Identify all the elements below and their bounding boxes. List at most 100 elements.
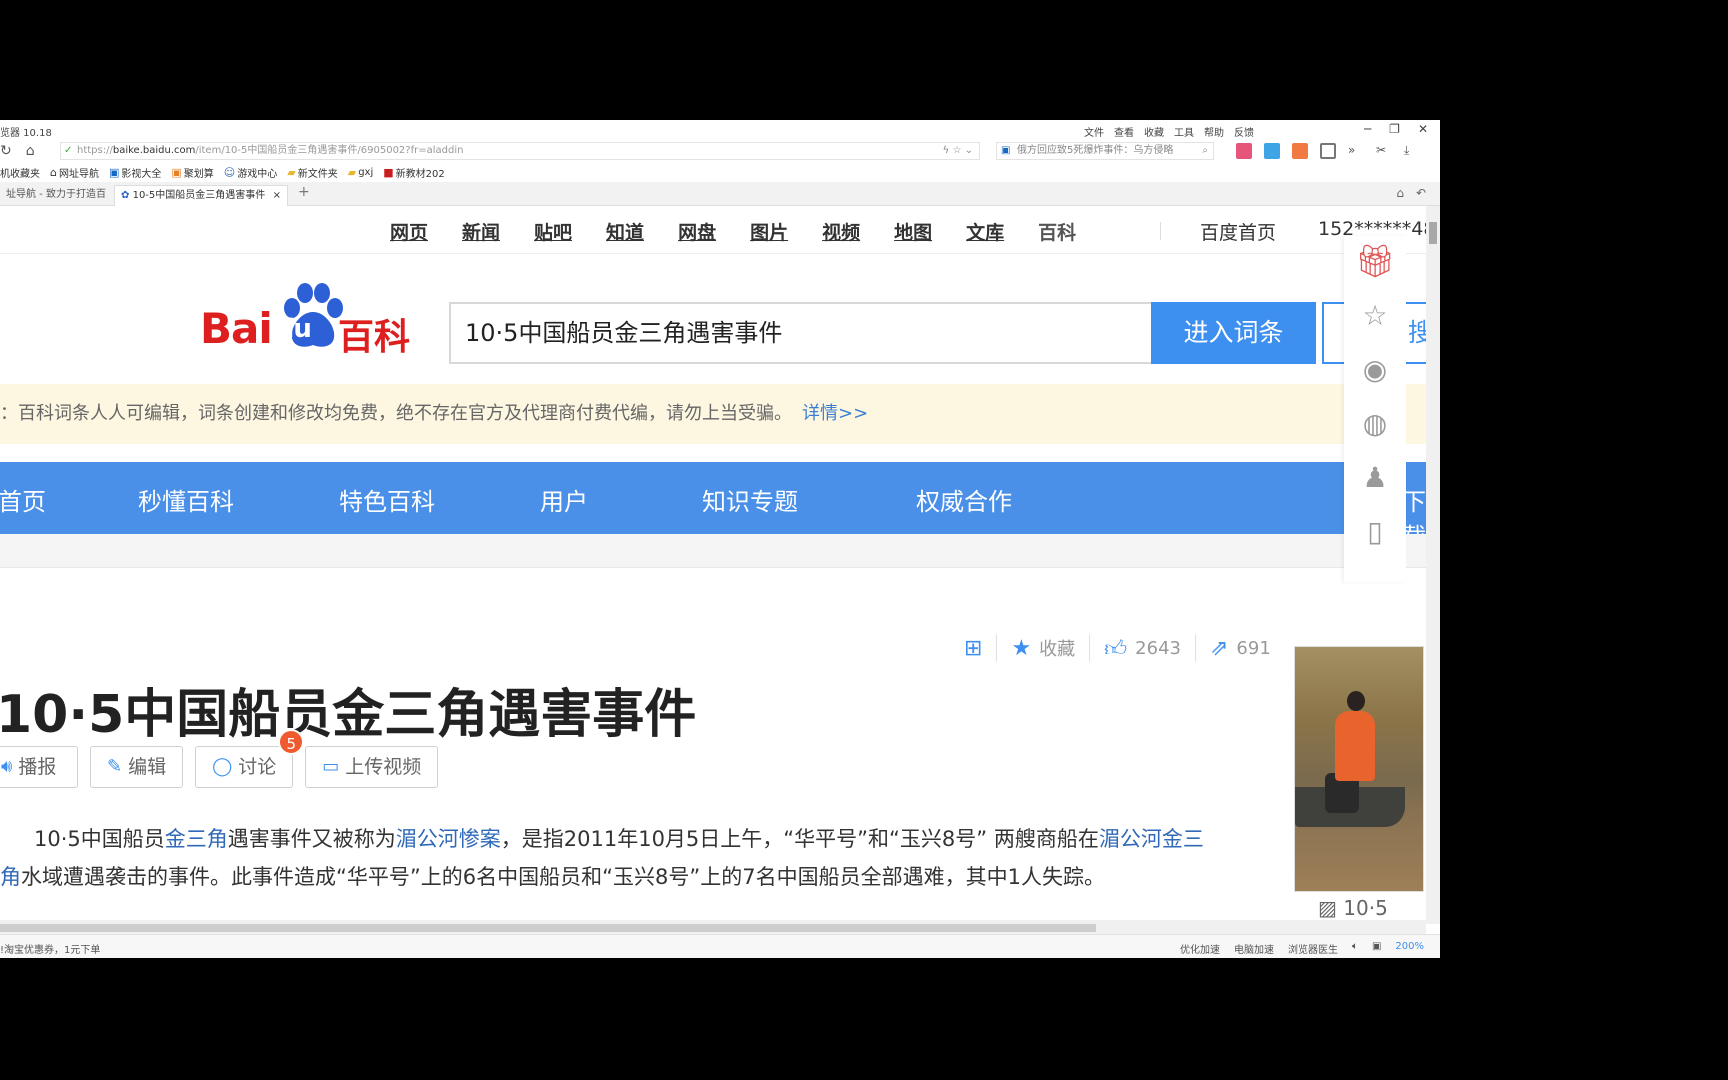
- status-optimize[interactable]: 优化加速: [1180, 941, 1220, 956]
- bookmark-folder-new[interactable]: ▰ 新文件夹: [287, 165, 337, 180]
- star-icon[interactable]: ☆: [952, 145, 961, 156]
- minimize-icon[interactable]: ─: [1364, 122, 1371, 136]
- undo-icon[interactable]: ↶: [1416, 186, 1426, 200]
- menu-favorites[interactable]: 收藏: [1144, 124, 1164, 139]
- restore-icon[interactable]: ❐: [1389, 122, 1400, 136]
- nav-link-tieba[interactable]: 贴吧: [534, 218, 572, 245]
- search-icon[interactable]: ⌕: [1202, 143, 1208, 159]
- baike-logo[interactable]: Bai du 百科: [200, 282, 420, 358]
- broadcast-button[interactable]: 🔊︎ 播报: [0, 746, 78, 788]
- restore-closed-icon[interactable]: ⌂: [1396, 186, 1404, 200]
- nav-link-baike[interactable]: 百科: [1038, 218, 1076, 245]
- refresh-icon[interactable]: ↻: [0, 143, 12, 159]
- apps-grid-icon[interactable]: [1320, 143, 1336, 159]
- tab-baike-article[interactable]: ✿ 10-5中国船员金三角遇害事件 ×: [114, 185, 288, 206]
- vertical-scrollbar[interactable]: [1426, 206, 1440, 924]
- qq-icon[interactable]: ♟: [1355, 458, 1395, 496]
- zoom-level[interactable]: 200%: [1395, 941, 1424, 956]
- bookmark-video[interactable]: ▣ 影视大全: [109, 165, 161, 180]
- tab-nav-site[interactable]: 址导航 - 致力于打造百: [0, 185, 112, 206]
- bookmark-folder-gxj[interactable]: ▰ gxj: [348, 166, 374, 179]
- button-label: 上传视频: [345, 756, 422, 778]
- url-bar[interactable]: ✓ https://baike.baidu.com/item/10-5中国船员金…: [60, 142, 980, 160]
- bluenav-special[interactable]: 特色百科: [339, 482, 435, 517]
- url-prefix: https://: [77, 145, 113, 156]
- nav-link-pan[interactable]: 网盘: [678, 218, 716, 245]
- scissors-icon[interactable]: ✂: [1376, 143, 1392, 159]
- bookmark-textbook[interactable]: ■ 新教材202: [383, 165, 445, 180]
- notice-more-link[interactable]: 详情>>: [802, 403, 868, 424]
- summary-text: 水域遭遇袭击的事件。此事件造成“华平号”上的6名中国船员和“玉兴8号”上的7名中…: [21, 865, 1105, 889]
- horizontal-scrollbar[interactable]: [0, 920, 1426, 934]
- bookmark-nav[interactable]: ⌂ 网址导航: [50, 165, 99, 180]
- close-icon[interactable]: ✕: [1418, 122, 1428, 136]
- webpage: 网页 新闻 贴吧 知道 网盘 图片 视频 地图 文库 百科 百度首页 152**…: [0, 206, 1440, 924]
- nav-link-wenku[interactable]: 文库: [966, 218, 1004, 245]
- menu-feedback[interactable]: 反馈: [1234, 124, 1254, 139]
- nav-link-zhidao[interactable]: 知道: [606, 218, 644, 245]
- nav-link-images[interactable]: 图片: [750, 218, 788, 245]
- bluenav-topics[interactable]: 知识专题: [702, 482, 798, 517]
- home-icon[interactable]: ⌂: [26, 143, 35, 159]
- status-promo[interactable]: !淘宝优惠券，1元下单: [0, 941, 100, 956]
- collect-button[interactable]: ★ 收藏: [996, 634, 1089, 662]
- link-golden-triangle[interactable]: 金三角: [165, 827, 228, 851]
- bookmark-label: 网址导航: [58, 168, 99, 180]
- bookmark-games[interactable]: ☺ 游戏中心: [224, 165, 277, 180]
- more-icon[interactable]: »: [1348, 143, 1364, 159]
- nav-link-video[interactable]: 视频: [822, 218, 860, 245]
- upload-video-button[interactable]: ▭ 上传视频: [305, 746, 439, 788]
- horizontal-scroll-thumb[interactable]: [0, 924, 1096, 932]
- search-input[interactable]: 10·5中国船员金三角遇害事件: [449, 302, 1151, 364]
- wechat-icon[interactable]: ◍: [1355, 404, 1395, 442]
- link-mekong-massacre[interactable]: 湄公河惨案: [396, 827, 501, 851]
- translate-ext-icon[interactable]: [1264, 143, 1280, 159]
- lightning-icon[interactable]: ϟ: [943, 145, 950, 156]
- bluenav-users[interactable]: 用户: [540, 482, 588, 517]
- bluenav-cooperation[interactable]: 权威合作: [916, 482, 1012, 517]
- window-title: 览器 10.18: [0, 128, 52, 139]
- bookmark-juhuasuan[interactable]: ▣ 聚划算: [171, 165, 213, 180]
- menu-view[interactable]: 查看: [1114, 124, 1134, 139]
- menu-file[interactable]: 文件: [1084, 124, 1104, 139]
- vertical-scroll-thumb[interactable]: [1429, 222, 1437, 244]
- url-domain: baike.baidu.com: [112, 145, 196, 156]
- star-icon: ★: [1011, 635, 1032, 661]
- mobile-icon[interactable]: ▯: [1355, 512, 1395, 550]
- shopping-ext-icon[interactable]: [1236, 143, 1252, 159]
- link-mekong-golden-triangle-cont[interactable]: 角: [0, 865, 21, 889]
- link-mekong-golden-triangle[interactable]: 湄公河金三: [1099, 827, 1204, 851]
- bluenav-home[interactable]: 首页: [0, 482, 46, 517]
- gift-icon[interactable]: 🎁︎: [1355, 242, 1396, 280]
- edit-button[interactable]: ✎ 编辑: [90, 746, 184, 788]
- baidu-home-link[interactable]: 百度首页: [1200, 218, 1276, 245]
- new-tab-button[interactable]: +: [298, 184, 310, 200]
- paw-icon: ✿: [121, 190, 130, 201]
- window-icon[interactable]: ▣: [1372, 941, 1381, 956]
- browser-search-box[interactable]: ▣ 俄方回应致5死爆炸事件：乌方侵略 ⌕: [996, 142, 1214, 160]
- discuss-button[interactable]: ◯ 讨论 5: [195, 729, 305, 788]
- bookmark-favorites[interactable]: 机收藏夹: [0, 165, 40, 180]
- summary-text: 遇害事件又被称为: [227, 827, 396, 851]
- article-photo[interactable]: [1294, 646, 1424, 892]
- bluenav-miaodong[interactable]: 秒懂百科: [138, 482, 234, 517]
- speaker-icon[interactable]: 🔈︎: [1352, 941, 1358, 956]
- enter-entry-button[interactable]: 进入词条: [1151, 302, 1316, 364]
- chevron-down-icon[interactable]: ⌄: [965, 145, 973, 156]
- status-pc-speedup[interactable]: 电脑加速: [1234, 941, 1274, 956]
- favorite-star-icon[interactable]: ☆: [1355, 296, 1395, 334]
- weibo-icon[interactable]: ◉: [1355, 350, 1395, 388]
- add-button[interactable]: ⊞: [964, 634, 996, 662]
- nav-link-news[interactable]: 新闻: [462, 218, 500, 245]
- nav-link-map[interactable]: 地图: [894, 218, 932, 245]
- game-ext-icon[interactable]: [1292, 143, 1308, 159]
- download-icon[interactable]: ⤓: [1404, 143, 1420, 159]
- menu-tools[interactable]: 工具: [1174, 124, 1194, 139]
- like-button[interactable]: 👍︎ 2643: [1089, 634, 1195, 662]
- menu-help[interactable]: 帮助: [1204, 124, 1224, 139]
- nav-link-web[interactable]: 网页: [390, 218, 428, 245]
- status-browser-doctor[interactable]: 浏览器医生: [1288, 941, 1338, 956]
- close-tab-icon[interactable]: ×: [273, 186, 281, 206]
- share-icon: ⇗: [1209, 635, 1229, 661]
- share-button[interactable]: ⇗ 691: [1194, 634, 1285, 662]
